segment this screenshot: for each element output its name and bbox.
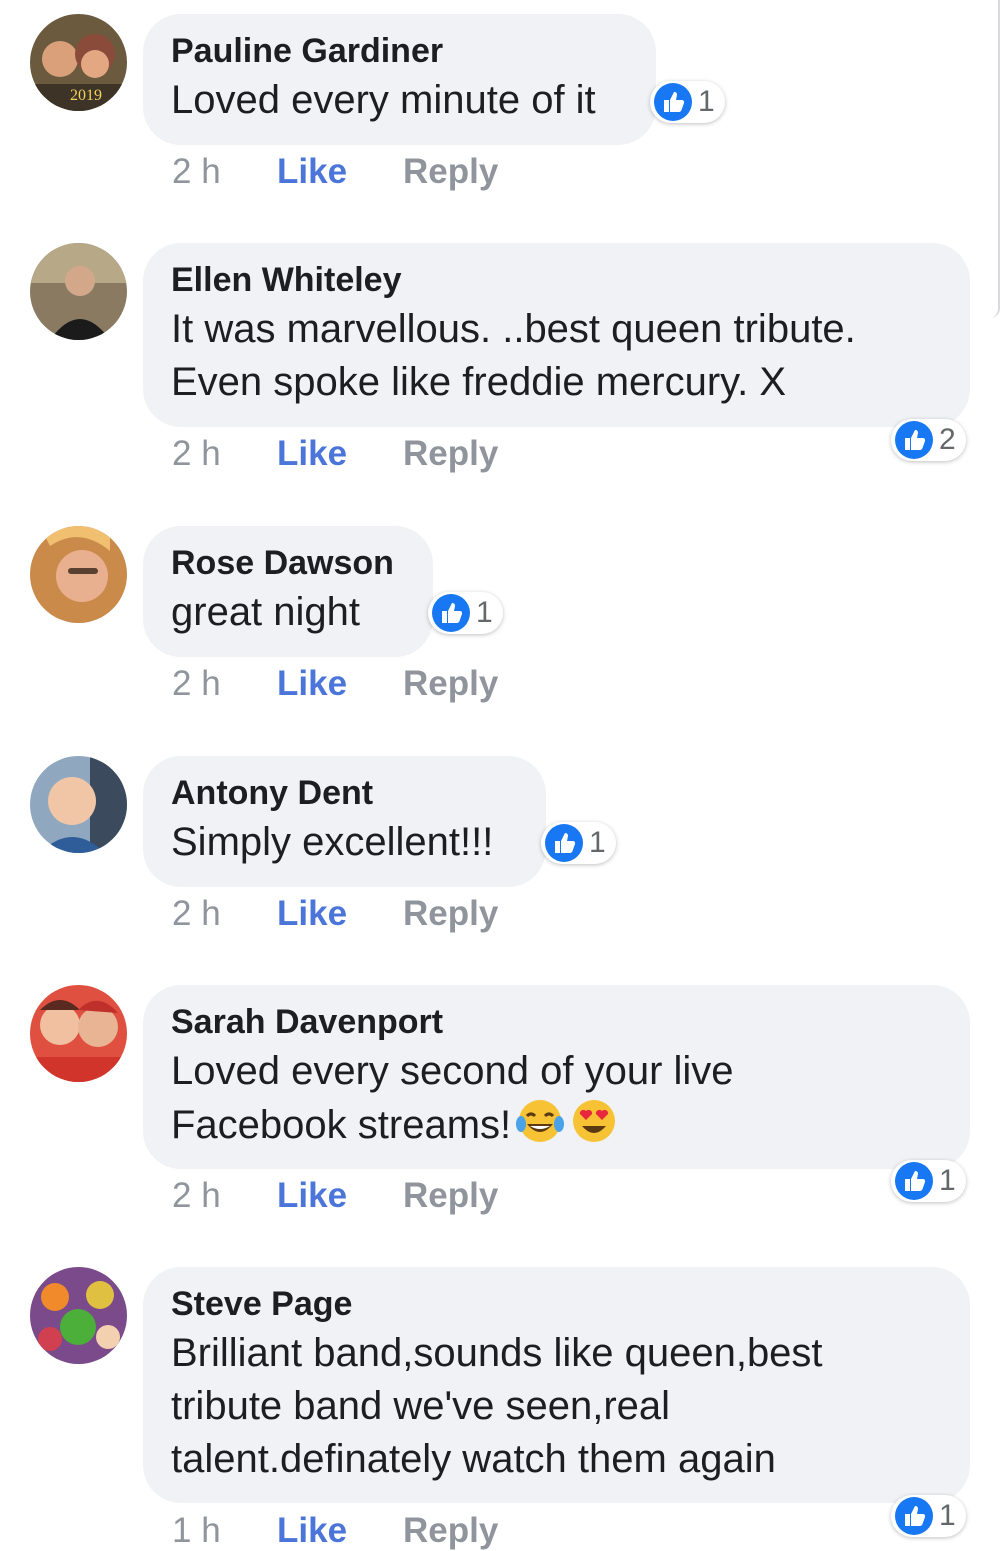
avatar[interactable] (30, 243, 127, 340)
reaction-count: 2 (939, 423, 956, 456)
comment-text: It was marvellous. ..best queen tribute.… (171, 307, 856, 404)
heart-eyes-emoji (569, 1098, 619, 1158)
avatar[interactable] (30, 526, 127, 623)
comment-bubble: Ellen Whiteley It was marvellous. ..best… (143, 243, 970, 427)
thumbs-up-icon (545, 824, 583, 862)
reaction-count: 1 (698, 85, 715, 118)
avatar[interactable] (30, 985, 127, 1082)
comment-text: Brilliant band,sounds like queen,best tr… (171, 1331, 823, 1481)
reaction-badge[interactable]: 1 (891, 1495, 966, 1537)
comment-text: great night (171, 590, 361, 634)
comment-actions: 2 h Like Reply (172, 152, 498, 192)
thumbs-up-icon (654, 83, 692, 121)
comment-bubble: Rose Dawson great night (143, 526, 433, 657)
thumbs-up-icon (895, 1497, 933, 1535)
thumbs-up-icon (895, 421, 933, 459)
comment-author[interactable]: Steve Page (171, 1281, 942, 1327)
reaction-count: 1 (476, 596, 493, 629)
like-button[interactable]: Like (277, 434, 403, 474)
reaction-badge[interactable]: 2 (891, 419, 966, 461)
thumbs-up-icon (432, 594, 470, 632)
timestamp: 2 h (172, 1176, 221, 1215)
timestamp: 2 h (172, 894, 221, 933)
comment-author[interactable]: Rose Dawson (171, 540, 405, 586)
scrollbar[interactable] (988, 0, 1000, 318)
reaction-count: 1 (939, 1499, 956, 1532)
timestamp: 2 h (172, 152, 221, 191)
reaction-count: 1 (939, 1164, 956, 1197)
comment-author[interactable]: Sarah Davenport (171, 999, 942, 1045)
comment-bubble: Steve Page Brilliant band,sounds like qu… (143, 1267, 970, 1503)
comment-actions: 1 h Like Reply (172, 1511, 498, 1551)
like-button[interactable]: Like (277, 1511, 403, 1551)
timestamp: 2 h (172, 664, 221, 703)
comment-author[interactable]: Ellen Whiteley (171, 257, 942, 303)
comment-actions: 2 h Like Reply (172, 1176, 498, 1216)
comment-bubble: Sarah Davenport Loved every second of yo… (143, 985, 970, 1169)
avatar[interactable] (30, 756, 127, 853)
comment-actions: 2 h Like Reply (172, 894, 498, 934)
comment-bubble: Antony Dent Simply excellent!!! (143, 756, 546, 887)
reply-button[interactable]: Reply (403, 434, 498, 474)
reaction-badge[interactable]: 1 (891, 1160, 966, 1202)
comment-author[interactable]: Antony Dent (171, 770, 518, 816)
avatar[interactable]: 2019 (30, 14, 127, 111)
like-button[interactable]: Like (277, 1176, 403, 1216)
reply-button[interactable]: Reply (403, 664, 498, 704)
reply-button[interactable]: Reply (403, 152, 498, 192)
reaction-count: 1 (589, 826, 606, 859)
reaction-badge[interactable]: 1 (428, 592, 503, 634)
tears-of-joy-emoji (515, 1098, 565, 1158)
comment-text: Loved every minute of it (171, 78, 596, 122)
reaction-badge[interactable]: 1 (541, 822, 616, 864)
reaction-badge[interactable]: 1 (650, 81, 725, 123)
reply-button[interactable]: Reply (403, 894, 498, 934)
comment-text-body: Loved every second of your live Facebook… (171, 1049, 734, 1147)
comment-actions: 2 h Like Reply (172, 434, 498, 474)
timestamp: 2 h (172, 434, 221, 473)
comment-text: Loved every second of your live Facebook… (171, 1045, 942, 1158)
comment-text: Simply excellent!!! (171, 820, 494, 864)
timestamp: 1 h (172, 1511, 221, 1550)
reply-button[interactable]: Reply (403, 1511, 498, 1551)
like-button[interactable]: Like (277, 152, 403, 192)
reply-button[interactable]: Reply (403, 1176, 498, 1216)
avatar[interactable] (30, 1267, 127, 1364)
like-button[interactable]: Like (277, 894, 403, 934)
thumbs-up-icon (895, 1162, 933, 1200)
comment-bubble: Pauline Gardiner Loved every minute of i… (143, 14, 656, 145)
comment-author[interactable]: Pauline Gardiner (171, 28, 628, 74)
like-button[interactable]: Like (277, 664, 403, 704)
svg-text:2019: 2019 (70, 87, 102, 104)
comment-actions: 2 h Like Reply (172, 664, 498, 704)
